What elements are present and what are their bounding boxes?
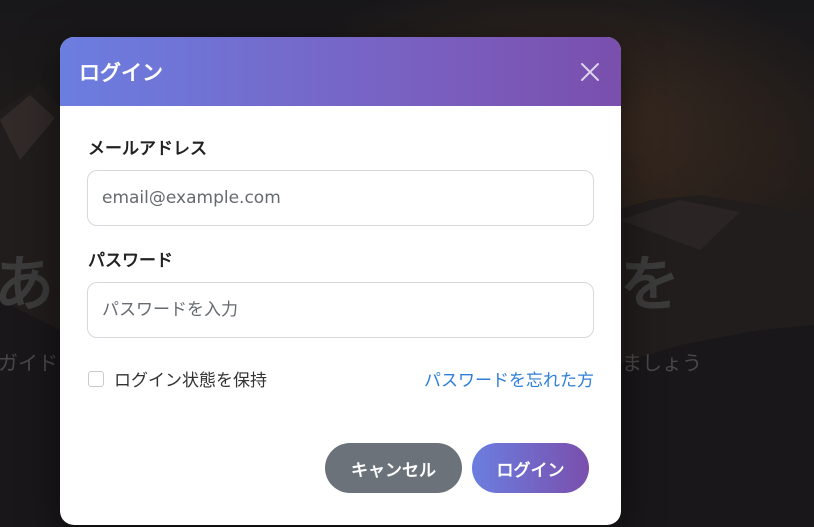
modal-header: ログイン — [60, 37, 621, 106]
options-row: ログイン状態を保持 パスワードを忘れた方 — [87, 366, 594, 391]
modal-body: メールアドレス パスワード ログイン状態を保持 パスワードを忘れた方 — [60, 106, 621, 391]
login-modal: ログイン メールアドレス パスワード ログイン状態を保持 パスワードを忘れた方 … — [60, 37, 621, 525]
email-field[interactable] — [87, 170, 594, 226]
close-icon — [581, 62, 599, 81]
forgot-password-link[interactable]: パスワードを忘れた方 — [424, 366, 594, 391]
remember-me-label: ログイン状態を保持 — [114, 371, 267, 391]
password-field[interactable] — [87, 282, 594, 338]
remember-me-checkbox[interactable] — [88, 370, 104, 387]
login-button[interactable]: ログイン — [472, 443, 589, 493]
close-button[interactable] — [575, 57, 605, 87]
password-label: パスワード — [88, 251, 173, 271]
modal-footer: キャンセル ログイン — [325, 443, 589, 493]
modal-title: ログイン — [79, 60, 163, 85]
email-label: メールアドレス — [88, 139, 207, 159]
cancel-button[interactable]: キャンセル — [325, 443, 462, 493]
remember-me[interactable]: ログイン状態を保持 — [87, 366, 267, 391]
